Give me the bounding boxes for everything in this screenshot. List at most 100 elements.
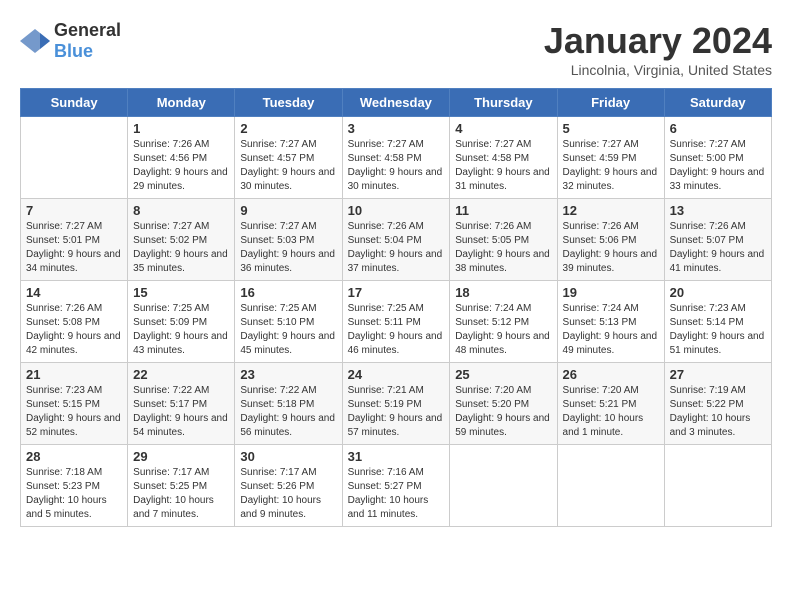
day-info: Sunrise: 7:22 AMSunset: 5:18 PMDaylight:… <box>240 384 336 440</box>
calendar-cell: 23 Sunrise: 7:22 AMSunset: 5:18 PMDayligh… <box>235 363 342 445</box>
logo: General Blue <box>20 20 121 62</box>
calendar-cell: 14 Sunrise: 7:26 AMSunset: 5:08 PMDayligh… <box>21 281 128 363</box>
calendar-cell: 29 Sunrise: 7:17 AMSunset: 5:25 PMDayligh… <box>128 445 235 527</box>
day-number: 29 <box>133 449 229 464</box>
day-info: Sunrise: 7:24 AMSunset: 5:12 PMDaylight:… <box>455 302 551 358</box>
calendar-cell <box>557 445 664 527</box>
day-info: Sunrise: 7:27 AMSunset: 4:58 PMDaylight:… <box>348 138 445 194</box>
calendar-cell <box>21 117 128 199</box>
day-info: Sunrise: 7:27 AMSunset: 5:01 PMDaylight:… <box>26 220 122 276</box>
calendar-week-row: 28Sunrise: 7:18 AMSunset: 5:23 PMDayligh… <box>21 445 772 527</box>
header-tuesday: Tuesday <box>235 89 342 117</box>
calendar-cell: 31Sunrise: 7:16 AMSunset: 5:27 PMDayligh… <box>342 445 450 527</box>
calendar-week-row: 14 Sunrise: 7:26 AMSunset: 5:08 PMDayligh… <box>21 281 772 363</box>
logo-general: General <box>54 20 121 40</box>
day-number: 8 <box>133 203 229 218</box>
calendar-cell: 8 Sunrise: 7:27 AMSunset: 5:02 PMDaylight… <box>128 199 235 281</box>
day-info: Sunrise: 7:26 AMSunset: 5:05 PMDaylight:… <box>455 220 551 276</box>
day-info: Sunrise: 7:26 AMSunset: 5:06 PMDaylight:… <box>563 220 659 276</box>
day-number: 7 <box>26 203 122 218</box>
day-info: Sunrise: 7:23 AMSunset: 5:15 PMDaylight:… <box>26 384 122 440</box>
day-info: Sunrise: 7:27 AMSunset: 4:58 PMDaylight:… <box>455 138 551 194</box>
page-header: General Blue January 2024 Lincolnia, Vir… <box>20 20 772 78</box>
calendar-cell: 30Sunrise: 7:17 AMSunset: 5:26 PMDayligh… <box>235 445 342 527</box>
day-number: 24 <box>348 367 445 382</box>
calendar-cell: 2 Sunrise: 7:27 AMSunset: 4:57 PMDaylight… <box>235 117 342 199</box>
day-number: 3 <box>348 121 445 136</box>
header-monday: Monday <box>128 89 235 117</box>
day-info: Sunrise: 7:27 AMSunset: 4:59 PMDaylight:… <box>563 138 659 194</box>
logo-blue: Blue <box>54 41 93 61</box>
calendar-cell: 24 Sunrise: 7:21 AMSunset: 5:19 PMDayligh… <box>342 363 450 445</box>
calendar-cell: 17 Sunrise: 7:25 AMSunset: 5:11 PMDayligh… <box>342 281 450 363</box>
day-number: 17 <box>348 285 445 300</box>
day-info: Sunrise: 7:20 AMSunset: 5:21 PMDaylight:… <box>563 384 659 440</box>
header-friday: Friday <box>557 89 664 117</box>
calendar-cell: 9 Sunrise: 7:27 AMSunset: 5:03 PMDaylight… <box>235 199 342 281</box>
day-number: 25 <box>455 367 551 382</box>
day-number: 20 <box>670 285 766 300</box>
header-saturday: Saturday <box>664 89 771 117</box>
day-info: Sunrise: 7:26 AMSunset: 5:08 PMDaylight:… <box>26 302 122 358</box>
calendar-week-row: 1 Sunrise: 7:26 AMSunset: 4:56 PMDaylight… <box>21 117 772 199</box>
day-info: Sunrise: 7:22 AMSunset: 5:17 PMDaylight:… <box>133 384 229 440</box>
day-info: Sunrise: 7:23 AMSunset: 5:14 PMDaylight:… <box>670 302 766 358</box>
day-number: 2 <box>240 121 336 136</box>
day-info: Sunrise: 7:27 AMSunset: 5:00 PMDaylight:… <box>670 138 766 194</box>
calendar-cell: 4 Sunrise: 7:27 AMSunset: 4:58 PMDaylight… <box>450 117 557 199</box>
day-number: 14 <box>26 285 122 300</box>
day-number: 28 <box>26 449 122 464</box>
day-info: Sunrise: 7:27 AMSunset: 5:03 PMDaylight:… <box>240 220 336 276</box>
day-info: Sunrise: 7:26 AMSunset: 5:04 PMDaylight:… <box>348 220 445 276</box>
day-number: 5 <box>563 121 659 136</box>
calendar-cell: 13Sunrise: 7:26 AMSunset: 5:07 PMDayligh… <box>664 199 771 281</box>
calendar-cell <box>664 445 771 527</box>
header-wednesday: Wednesday <box>342 89 450 117</box>
calendar-cell: 19Sunrise: 7:24 AMSunset: 5:13 PMDayligh… <box>557 281 664 363</box>
day-number: 16 <box>240 285 336 300</box>
day-number: 1 <box>133 121 229 136</box>
calendar-cell <box>450 445 557 527</box>
day-info: Sunrise: 7:26 AMSunset: 5:07 PMDaylight:… <box>670 220 766 276</box>
weekday-header-row: Sunday Monday Tuesday Wednesday Thursday… <box>21 89 772 117</box>
day-info: Sunrise: 7:25 AMSunset: 5:10 PMDaylight:… <box>240 302 336 358</box>
calendar-cell: 12 Sunrise: 7:26 AMSunset: 5:06 PMDayligh… <box>557 199 664 281</box>
day-info: Sunrise: 7:27 AMSunset: 5:02 PMDaylight:… <box>133 220 229 276</box>
day-number: 15 <box>133 285 229 300</box>
title-area: January 2024 Lincolnia, Virginia, United… <box>544 20 772 78</box>
header-sunday: Sunday <box>21 89 128 117</box>
location: Lincolnia, Virginia, United States <box>544 62 772 78</box>
day-number: 21 <box>26 367 122 382</box>
day-number: 31 <box>348 449 445 464</box>
day-number: 11 <box>455 203 551 218</box>
calendar-cell: 28Sunrise: 7:18 AMSunset: 5:23 PMDayligh… <box>21 445 128 527</box>
day-info: Sunrise: 7:25 AMSunset: 5:09 PMDaylight:… <box>133 302 229 358</box>
calendar-cell: 18Sunrise: 7:24 AMSunset: 5:12 PMDayligh… <box>450 281 557 363</box>
calendar-table: Sunday Monday Tuesday Wednesday Thursday… <box>20 88 772 527</box>
day-number: 9 <box>240 203 336 218</box>
day-info: Sunrise: 7:19 AMSunset: 5:22 PMDaylight:… <box>670 384 766 440</box>
day-number: 4 <box>455 121 551 136</box>
day-number: 12 <box>563 203 659 218</box>
calendar-cell: 15 Sunrise: 7:25 AMSunset: 5:09 PMDayligh… <box>128 281 235 363</box>
day-number: 6 <box>670 121 766 136</box>
header-thursday: Thursday <box>450 89 557 117</box>
logo-icon <box>20 29 50 53</box>
calendar-cell: 27Sunrise: 7:19 AMSunset: 5:22 PMDayligh… <box>664 363 771 445</box>
day-number: 23 <box>240 367 336 382</box>
calendar-cell: 3 Sunrise: 7:27 AMSunset: 4:58 PMDaylight… <box>342 117 450 199</box>
day-info: Sunrise: 7:17 AMSunset: 5:26 PMDaylight:… <box>240 466 336 522</box>
calendar-cell: 16 Sunrise: 7:25 AMSunset: 5:10 PMDayligh… <box>235 281 342 363</box>
day-info: Sunrise: 7:17 AMSunset: 5:25 PMDaylight:… <box>133 466 229 522</box>
day-number: 19 <box>563 285 659 300</box>
day-info: Sunrise: 7:26 AMSunset: 4:56 PMDaylight:… <box>133 138 229 194</box>
day-info: Sunrise: 7:21 AMSunset: 5:19 PMDaylight:… <box>348 384 445 440</box>
calendar-cell: 26 Sunrise: 7:20 AMSunset: 5:21 PMDayligh… <box>557 363 664 445</box>
day-info: Sunrise: 7:25 AMSunset: 5:11 PMDaylight:… <box>348 302 445 358</box>
day-number: 10 <box>348 203 445 218</box>
calendar-cell: 25Sunrise: 7:20 AMSunset: 5:20 PMDayligh… <box>450 363 557 445</box>
day-info: Sunrise: 7:27 AMSunset: 4:57 PMDaylight:… <box>240 138 336 194</box>
day-number: 26 <box>563 367 659 382</box>
calendar-cell: 1 Sunrise: 7:26 AMSunset: 4:56 PMDaylight… <box>128 117 235 199</box>
day-number: 22 <box>133 367 229 382</box>
